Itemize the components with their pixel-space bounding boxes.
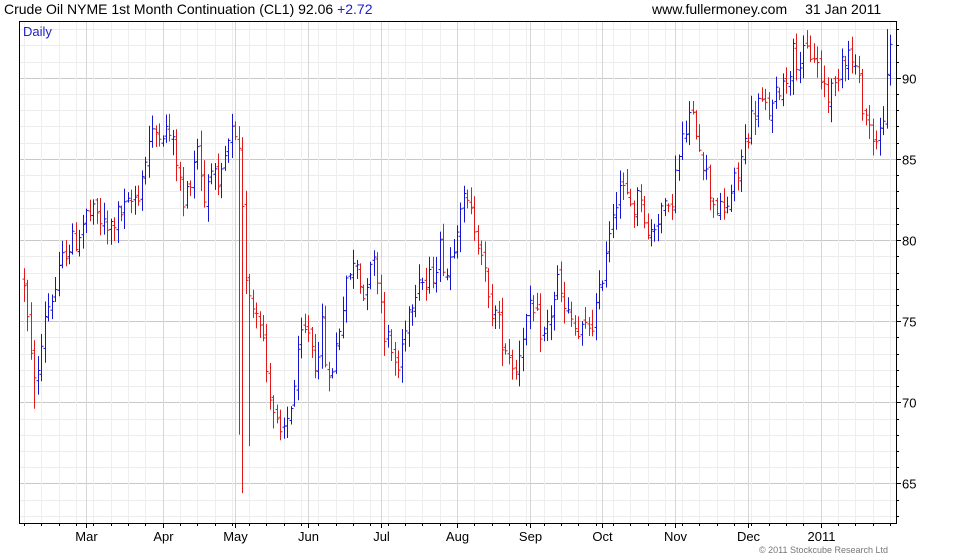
x-tick-label: Apr: [153, 529, 174, 544]
y-tick-label: 70: [902, 396, 916, 411]
x-tick-label: May: [223, 529, 248, 544]
x-tick-label: Dec: [737, 529, 761, 544]
x-tick-label: Nov: [664, 529, 688, 544]
x-tick-label: Aug: [446, 529, 469, 544]
ohlc-chart: 65 70 75 80 85 90 Mar Apr May Jun Jul Aug Sep Oct Nov D…: [19, 21, 916, 544]
x-tick-label: 2011: [808, 529, 836, 544]
y-tick-label: 90: [902, 72, 916, 87]
x-tick-label: Mar: [75, 529, 98, 544]
x-tick-label: Oct: [592, 529, 613, 544]
y-tick-label: 80: [902, 234, 916, 249]
x-tick-label: Jun: [298, 529, 319, 544]
copyright-note: © 2011 Stockcube Research Ltd: [759, 545, 889, 555]
y-tick-label: 85: [902, 153, 916, 168]
x-tick-label: Sep: [519, 529, 542, 544]
period-label: Daily: [23, 24, 52, 39]
y-tick-label: 65: [902, 477, 916, 492]
y-tick-label: 75: [902, 315, 916, 330]
x-tick-label: Jul: [373, 529, 390, 544]
